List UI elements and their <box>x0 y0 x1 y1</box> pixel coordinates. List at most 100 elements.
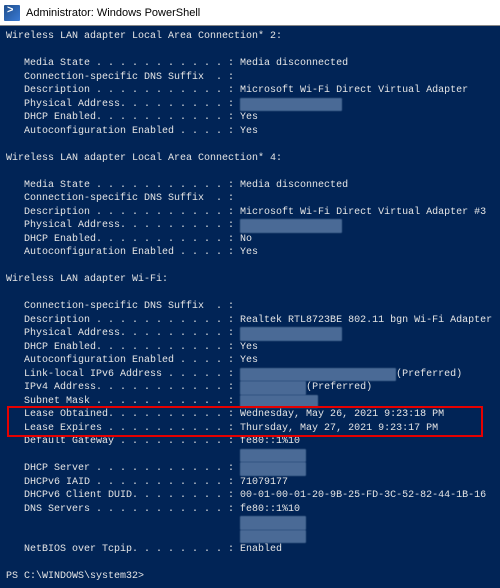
config-value: XXX.XXX.X.X <box>240 449 306 463</box>
config-row: IPv4 Address. . . . . . . . . . . : XXX.… <box>6 381 500 395</box>
config-value: Yes <box>240 341 258 355</box>
config-row: Autoconfiguration Enabled . . . . : Yes <box>6 354 500 368</box>
config-label: Physical Address. . . . . . . . . : <box>24 219 240 233</box>
config-label: Connection-specific DNS Suffix . : <box>24 192 234 206</box>
config-value: XXX.XXX.XXX.X <box>240 395 318 409</box>
config-value: Media disconnected <box>240 57 348 71</box>
config-row: Autoconfiguration Enabled . . . . : Yes <box>6 246 500 260</box>
config-label: DHCP Enabled. . . . . . . . . . . : <box>24 341 240 355</box>
config-value: Enabled <box>240 543 282 557</box>
config-label: Autoconfiguration Enabled . . . . : <box>24 246 240 260</box>
config-row: Media State . . . . . . . . . . . : Medi… <box>6 179 500 193</box>
config-value: 00-01-00-01-20-9B-25-FD-3C-52-82-44-1B-1… <box>240 489 486 503</box>
config-row: DHCP Server . . . . . . . . . . . : XXX.… <box>6 462 500 476</box>
blank-line <box>6 287 500 301</box>
config-value: Microsoft Wi-Fi Direct Virtual Adapter #… <box>240 206 486 220</box>
window-titlebar[interactable]: Administrator: Windows PowerShell <box>0 0 500 26</box>
config-label: Description . . . . . . . . . . . : <box>24 84 240 98</box>
adapter-header: Wireless LAN adapter Wi-Fi: <box>6 273 500 287</box>
config-row: Physical Address. . . . . . . . . : XX-X… <box>6 327 500 341</box>
config-value: Yes <box>240 125 258 139</box>
blank-line <box>6 44 500 58</box>
config-label: Subnet Mask . . . . . . . . . . . : <box>24 395 240 409</box>
config-label: Autoconfiguration Enabled . . . . : <box>24 354 240 368</box>
prompt-line[interactable]: PS C:\WINDOWS\system32> <box>6 570 500 584</box>
config-row: Lease Expires . . . . . . . . . . : Thur… <box>6 422 500 436</box>
config-value: Microsoft Wi-Fi Direct Virtual Adapter <box>240 84 468 98</box>
config-row: Physical Address. . . . . . . . . : XX-X… <box>6 219 500 233</box>
config-row: XXX.XXX.X.X <box>6 449 500 463</box>
config-label: Physical Address. . . . . . . . . : <box>24 327 240 341</box>
config-label: Physical Address. . . . . . . . . : <box>24 98 240 112</box>
config-row: Subnet Mask . . . . . . . . . . . : XXX.… <box>6 395 500 409</box>
window-title: Administrator: Windows PowerShell <box>26 7 200 19</box>
config-row: DHCP Enabled. . . . . . . . . . . : No <box>6 233 500 247</box>
config-row: DHCP Enabled. . . . . . . . . . . : Yes <box>6 111 500 125</box>
config-value: XXX.XXX.X.X <box>240 530 306 544</box>
config-label: DHCP Enabled. . . . . . . . . . . : <box>24 111 240 125</box>
powershell-icon <box>4 5 20 21</box>
config-label: DHCP Enabled. . . . . . . . . . . : <box>24 233 240 247</box>
config-row: NetBIOS over Tcpip. . . . . . . . : Enab… <box>6 543 500 557</box>
config-row: Autoconfiguration Enabled . . . . : Yes <box>6 125 500 139</box>
config-row: Link-local IPv6 Address . . . . . : XXXX… <box>6 368 500 382</box>
config-row: Connection-specific DNS Suffix . : <box>6 192 500 206</box>
terminal-output[interactable]: Wireless LAN adapter Local Area Connecti… <box>0 26 500 588</box>
config-value: XXXXXXXXXXXXXXXXXXXXXXXXXX <box>240 368 396 382</box>
config-label: Lease Expires . . . . . . . . . . : <box>24 422 240 436</box>
config-row: Lease Obtained. . . . . . . . . . : Wedn… <box>6 408 500 422</box>
config-row: DHCPv6 IAID . . . . . . . . . . . : 7107… <box>6 476 500 490</box>
config-row: Description . . . . . . . . . . . : Micr… <box>6 84 500 98</box>
config-value: Yes <box>240 111 258 125</box>
config-row: Physical Address. . . . . . . . . : XX-X… <box>6 98 500 112</box>
config-label: IPv4 Address. . . . . . . . . . . : <box>24 381 240 395</box>
config-label: DHCPv6 IAID . . . . . . . . . . . : <box>24 476 240 490</box>
config-value: fe80::1%10 <box>240 503 300 517</box>
config-label <box>24 530 240 544</box>
config-row: XXX.XXX.X.X <box>6 530 500 544</box>
config-value: 71079177 <box>240 476 288 490</box>
config-value: Wednesday, May 26, 2021 9:23:18 PM <box>240 408 444 422</box>
config-label: Link-local IPv6 Address . . . . . : <box>24 368 240 382</box>
config-row: Media State . . . . . . . . . . . : Medi… <box>6 57 500 71</box>
config-value: Yes <box>240 354 258 368</box>
config-value: XX-XX-XX-XX-XX-XX <box>240 327 342 341</box>
config-row: Connection-specific DNS Suffix . : <box>6 71 500 85</box>
config-row: Default Gateway . . . . . . . . . : fe80… <box>6 435 500 449</box>
config-value: XX-XX-XX-XX-XX-XX <box>240 219 342 233</box>
config-value: Yes <box>240 246 258 260</box>
config-value: fe80::1%10 <box>240 435 300 449</box>
config-label: Connection-specific DNS Suffix . : <box>24 71 234 85</box>
blank-line <box>6 557 500 571</box>
config-label: DHCP Server . . . . . . . . . . . : <box>24 462 240 476</box>
config-row: DNS Servers . . . . . . . . . . . : fe80… <box>6 503 500 517</box>
config-row: Description . . . . . . . . . . . : Real… <box>6 314 500 328</box>
config-value: No <box>240 233 252 247</box>
config-row: DHCPv6 Client DUID. . . . . . . . : 00-0… <box>6 489 500 503</box>
config-label: Default Gateway . . . . . . . . . : <box>24 435 240 449</box>
config-label: Description . . . . . . . . . . . : <box>24 206 240 220</box>
config-label: Connection-specific DNS Suffix . : <box>24 300 234 314</box>
config-row: DHCP Enabled. . . . . . . . . . . : Yes <box>6 341 500 355</box>
config-value: Thursday, May 27, 2021 9:23:17 PM <box>240 422 438 436</box>
config-label <box>24 516 240 530</box>
blank-line <box>6 165 500 179</box>
config-label <box>24 449 240 463</box>
blank-line <box>6 138 500 152</box>
adapter-header: Wireless LAN adapter Local Area Connecti… <box>6 152 500 166</box>
config-row: XXX.XXX.X.X <box>6 516 500 530</box>
config-value: XXX.XXX.X.X <box>240 516 306 530</box>
adapter-header: Wireless LAN adapter Local Area Connecti… <box>6 30 500 44</box>
config-row: Description . . . . . . . . . . . : Micr… <box>6 206 500 220</box>
config-value: XX-XX-XX-XX-XX-XX <box>240 98 342 112</box>
config-label: Media State . . . . . . . . . . . : <box>24 57 240 71</box>
blank-line <box>6 260 500 274</box>
config-label: DHCPv6 Client DUID. . . . . . . . : <box>24 489 240 503</box>
config-label: NetBIOS over Tcpip. . . . . . . . : <box>24 543 240 557</box>
config-value: Realtek RTL8723BE 802.11 bgn Wi-Fi Adapt… <box>240 314 492 328</box>
config-suffix: (Preferred) <box>396 368 462 382</box>
config-value: Media disconnected <box>240 179 348 193</box>
config-suffix: (Preferred) <box>306 381 372 395</box>
config-value: XXX.XXX.X.X <box>240 381 306 395</box>
config-label: Media State . . . . . . . . . . . : <box>24 179 240 193</box>
